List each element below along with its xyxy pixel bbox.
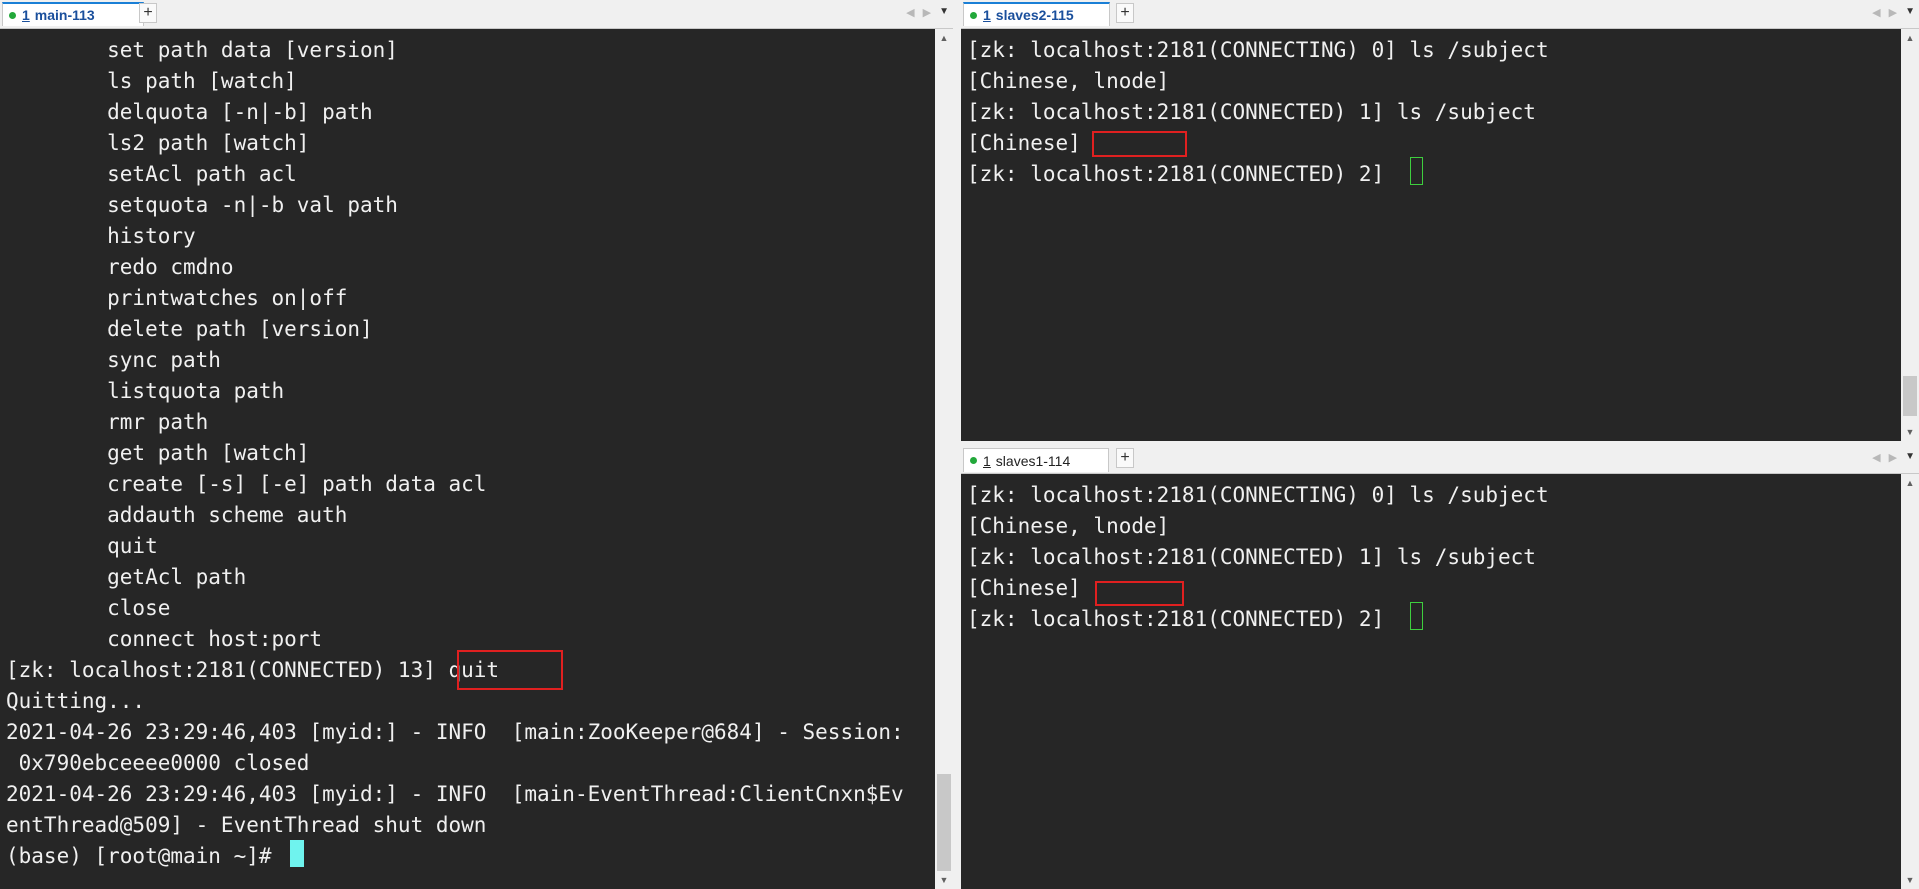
scroll-up-icon[interactable]: ▲ — [1901, 29, 1919, 47]
terminal-line: Quitting... — [6, 689, 146, 713]
tab-prev-icon[interactable]: ◀ — [906, 6, 914, 19]
terminal-line: [Chinese, lnode] — [967, 514, 1170, 538]
terminal-line: set path data [version] — [6, 38, 398, 62]
terminal-line: [zk: localhost:2181(CONNECTED) 1] ls /su… — [967, 545, 1536, 569]
output-highlight-box — [1095, 581, 1184, 606]
terminal-line: create [-s] [-e] path data acl — [6, 472, 487, 496]
terminal-line: 0x790ebceeee0000 closed — [6, 751, 310, 775]
terminal-line: printwatches on|off — [6, 286, 348, 310]
terminal-line: rmr path — [6, 410, 209, 434]
output-highlight-box — [1092, 131, 1187, 157]
tab-label: slaves2-115 — [995, 7, 1074, 23]
tab-main-113[interactable]: 1 main-113 — [2, 2, 144, 26]
tab-next-icon[interactable]: ▶ — [1889, 6, 1897, 19]
tab-next-icon[interactable]: ▶ — [923, 6, 931, 19]
scroll-down-icon[interactable]: ▼ — [935, 871, 953, 889]
terminal-line: 2021-04-26 23:29:46,403 [myid:] - INFO [… — [6, 782, 904, 806]
terminal-output[interactable]: [zk: localhost:2181(CONNECTING) 0] ls /s… — [961, 474, 1901, 889]
terminal-prompt-line: [zk: localhost:2181(CONNECTED) 2] — [967, 607, 1397, 631]
tab-navigation: ◀ ▶ ▼ — [1872, 451, 1915, 464]
terminal-line: get path [watch] — [6, 441, 310, 465]
tab-bar: 1 slaves1-114 + ◀ ▶ ▼ — [961, 445, 1919, 474]
tab-bar: 1 main-113 + ◀ ▶ ▼ — [0, 0, 953, 29]
terminal-line: close — [6, 596, 171, 620]
terminal-pane-slaves1[interactable]: 1 slaves1-114 + ◀ ▶ ▼ [zk: localhost:218… — [961, 445, 1919, 889]
terminal-line: sync path — [6, 348, 221, 372]
scrollbar[interactable]: ▲ ▼ — [1901, 474, 1919, 889]
tab-number: 1 — [983, 452, 991, 469]
terminal-line: [Chinese, lnode] — [967, 69, 1170, 93]
terminal-output[interactable]: set path data [version] ls path [watch] … — [0, 29, 935, 889]
tab-label: main-113 — [34, 7, 95, 23]
terminal-prompt-line: (base) [root@main ~]# — [6, 844, 285, 868]
terminal-line: getAcl path — [6, 565, 247, 589]
scrollbar[interactable]: ▲ ▼ — [935, 29, 953, 889]
terminal-line: addauth scheme auth — [6, 503, 348, 527]
terminal-line: ls2 path [watch] — [6, 131, 310, 155]
scroll-down-icon[interactable]: ▼ — [1901, 423, 1919, 441]
scroll-up-icon[interactable]: ▲ — [1901, 474, 1919, 492]
terminal-cursor — [1410, 602, 1423, 630]
add-tab-button[interactable]: + — [1116, 448, 1134, 468]
terminal-cursor — [290, 840, 304, 867]
terminal-line: [zk: localhost:2181(CONNECTED) 1] ls /su… — [967, 100, 1536, 124]
connected-status-icon — [970, 11, 977, 19]
terminal-line: setAcl path acl — [6, 162, 297, 186]
connected-status-icon — [9, 11, 16, 19]
scroll-up-icon[interactable]: ▲ — [935, 29, 953, 47]
terminal-line: [zk: localhost:2181(CONNECTING) 0] ls /s… — [967, 38, 1549, 62]
pane-divider[interactable] — [953, 0, 961, 889]
terminal-line: entThread@509] - EventThread shut down — [6, 813, 487, 837]
tab-prev-icon[interactable]: ◀ — [1872, 451, 1880, 464]
tab-number: 1 — [22, 7, 30, 23]
tab-bar: 1 slaves2-115 + ◀ ▶ ▼ — [961, 0, 1919, 29]
terminal-prompt-line: [zk: localhost:2181(CONNECTED) 2] — [967, 162, 1397, 186]
terminal-line: listquota path — [6, 379, 285, 403]
terminal-line: delete path [version] — [6, 317, 373, 341]
add-tab-button[interactable]: + — [139, 3, 157, 23]
scrollbar-thumb[interactable] — [937, 774, 951, 871]
tab-slaves1-114[interactable]: 1 slaves1-114 — [963, 448, 1109, 472]
tab-navigation: ◀ ▶ ▼ — [1872, 6, 1915, 19]
connected-status-icon — [970, 457, 977, 464]
terminal-line: ls path [watch] — [6, 69, 297, 93]
terminal-line: delquota [-n|-b] path — [6, 100, 373, 124]
terminal-output[interactable]: [zk: localhost:2181(CONNECTING) 0] ls /s… — [961, 29, 1901, 441]
scrollbar-thumb[interactable] — [1903, 376, 1917, 416]
terminal-line: quit — [6, 534, 158, 558]
terminal-line: history — [6, 224, 196, 248]
terminal-cursor — [1410, 157, 1423, 185]
tab-menu-icon[interactable]: ▼ — [939, 6, 949, 19]
tab-number: 1 — [983, 7, 991, 23]
tab-prev-icon[interactable]: ◀ — [1872, 6, 1880, 19]
terminal-pane-slaves2[interactable]: 1 slaves2-115 + ◀ ▶ ▼ [zk: localhost:218… — [961, 0, 1919, 441]
scrollbar[interactable]: ▲ ▼ — [1901, 29, 1919, 441]
add-tab-button[interactable]: + — [1116, 3, 1134, 23]
tab-next-icon[interactable]: ▶ — [1889, 451, 1897, 464]
terminal-line: 2021-04-26 23:29:46,403 [myid:] - INFO [… — [6, 720, 904, 744]
terminal-pane-main[interactable]: 1 main-113 + ◀ ▶ ▼ set path data [versio… — [0, 0, 953, 889]
quit-command-highlight — [457, 650, 563, 690]
tab-menu-icon[interactable]: ▼ — [1905, 451, 1915, 464]
tab-menu-icon[interactable]: ▼ — [1905, 6, 1915, 19]
tab-label: slaves1-114 — [995, 452, 1071, 469]
terminal-line: [zk: localhost:2181(CONNECTING) 0] ls /s… — [967, 483, 1549, 507]
scroll-down-icon[interactable]: ▼ — [1901, 871, 1919, 889]
terminal-line: setquota -n|-b val path — [6, 193, 398, 217]
terminal-line: redo cmdno — [6, 255, 234, 279]
tab-navigation: ◀ ▶ ▼ — [906, 6, 949, 19]
tab-slaves2-115[interactable]: 1 slaves2-115 — [963, 2, 1110, 26]
